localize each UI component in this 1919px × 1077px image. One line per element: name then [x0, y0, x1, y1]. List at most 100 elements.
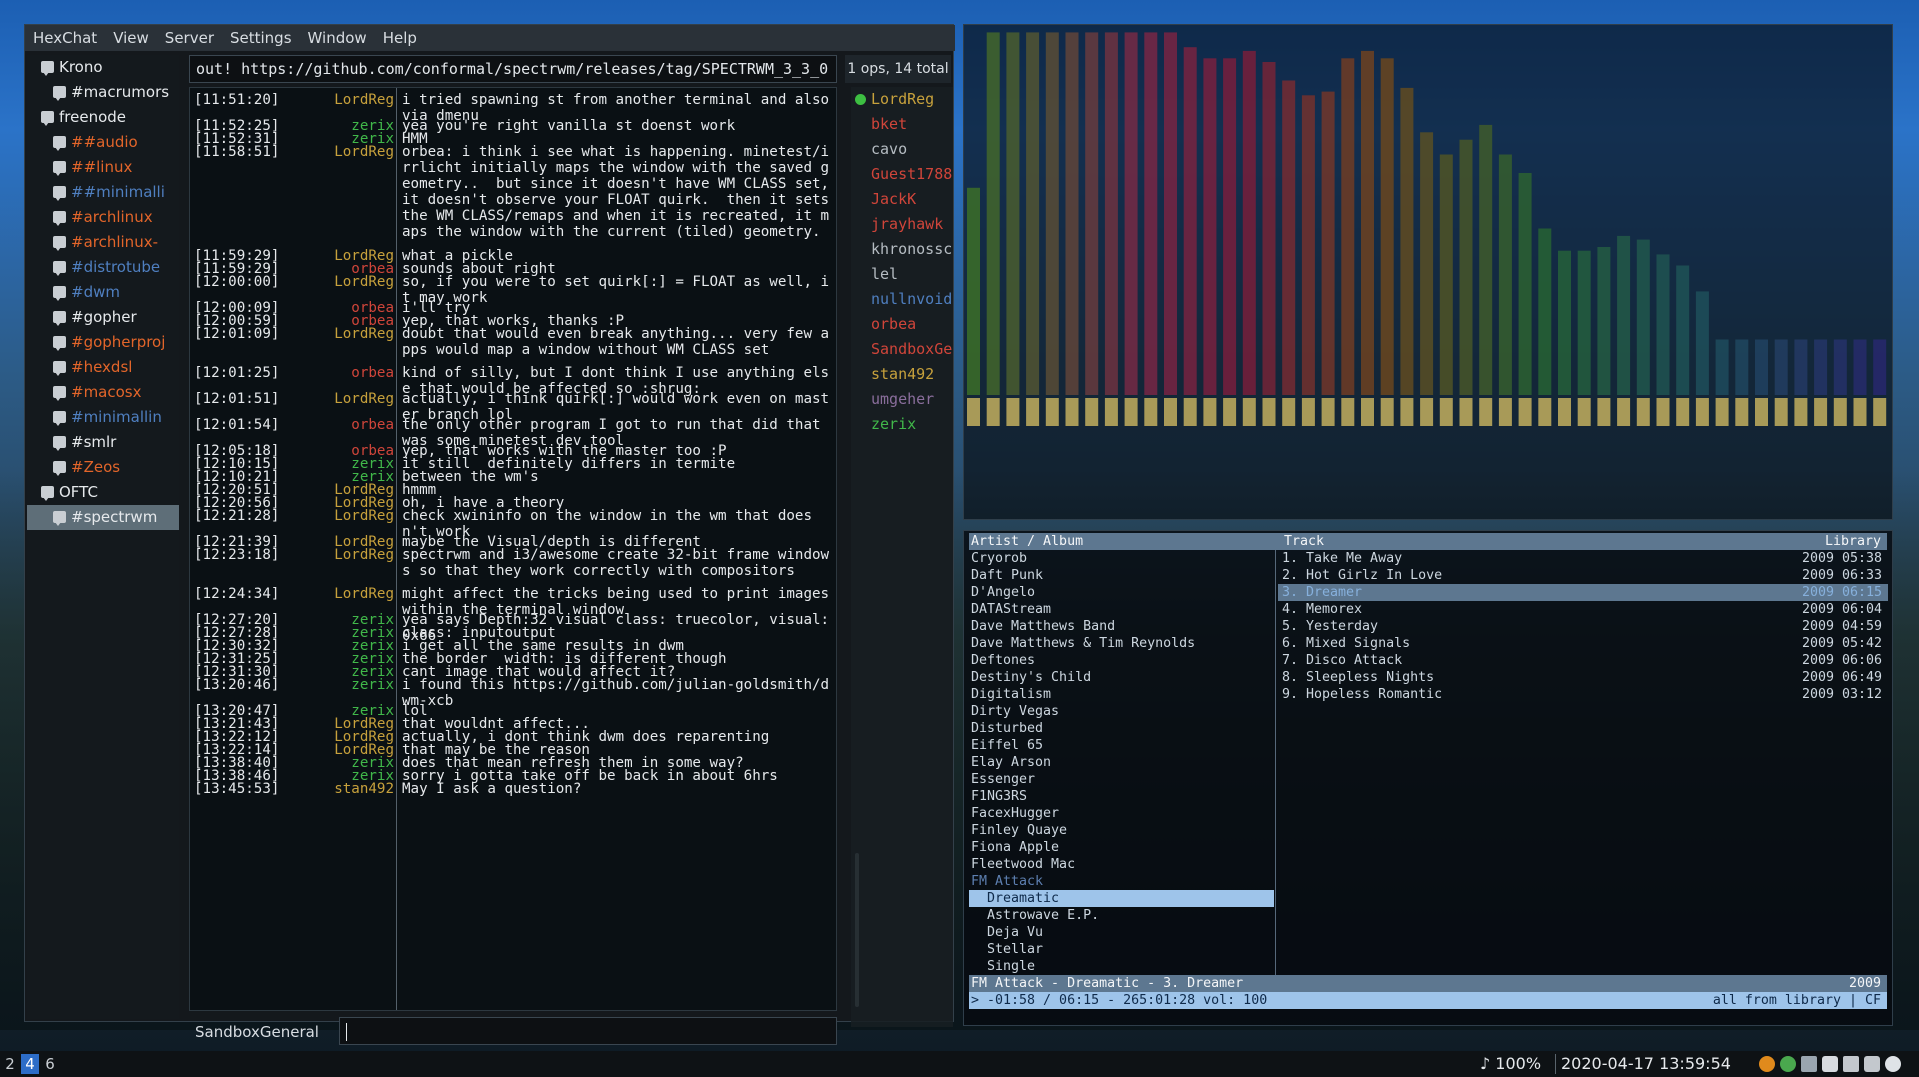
- menu-server[interactable]: Server: [165, 29, 214, 47]
- track-item[interactable]: 1. Take Me Away 2009 05:38: [1278, 550, 1888, 567]
- tree-server[interactable]: freenode: [27, 105, 179, 130]
- artist-item[interactable]: Single: [969, 958, 1274, 975]
- track-item[interactable]: 5. Yesterday 2009 04:59: [1278, 618, 1888, 635]
- workspace-button[interactable]: 4: [21, 1054, 39, 1074]
- lock-icon[interactable]: [1864, 1056, 1880, 1072]
- message-input[interactable]: [339, 1017, 837, 1045]
- user-list-item[interactable]: LordReg: [851, 87, 953, 112]
- message-nick[interactable]: LordReg: [334, 391, 394, 407]
- tree-channel[interactable]: ##linux: [27, 155, 179, 180]
- tree-channel[interactable]: ##minimalli: [27, 180, 179, 205]
- artist-item[interactable]: Destiny's Child: [969, 669, 1274, 686]
- message-nick[interactable]: LordReg: [334, 92, 394, 108]
- artist-item[interactable]: Fleetwood Mac: [969, 856, 1274, 873]
- user-list-item[interactable]: SandboxGe: [851, 337, 953, 362]
- tree-channel[interactable]: #macrumors: [27, 80, 179, 105]
- message-nick[interactable]: LordReg: [334, 508, 394, 524]
- artist-item[interactable]: FM Attack: [969, 873, 1274, 890]
- track-item[interactable]: 3. Dreamer 2009 06:15: [1278, 584, 1888, 601]
- tree-channel[interactable]: #archlinux: [27, 205, 179, 230]
- user-list-item[interactable]: lel: [851, 262, 953, 287]
- workspace-button[interactable]: 2: [1, 1054, 19, 1074]
- artist-item[interactable]: Dave Matthews & Tim Reynolds: [969, 635, 1274, 652]
- update-icon[interactable]: [1759, 1056, 1775, 1072]
- tree-channel[interactable]: #gopherproj: [27, 330, 179, 355]
- menu-settings[interactable]: Settings: [230, 29, 292, 47]
- tree-channel[interactable]: #spectrwm: [27, 505, 179, 530]
- message-nick[interactable]: LordReg: [334, 586, 394, 602]
- tree-channel[interactable]: #minimallin: [27, 405, 179, 430]
- artist-item[interactable]: Deja Vu: [969, 924, 1274, 941]
- chat-log[interactable]: [11:51:20] LordReg i tried spawning st fro…: [189, 87, 837, 1011]
- speaker-icon[interactable]: [1843, 1056, 1859, 1072]
- tree-channel[interactable]: #smlr: [27, 430, 179, 455]
- artist-item[interactable]: Essenger: [969, 771, 1274, 788]
- message-nick[interactable]: zerix: [351, 677, 394, 693]
- user-list-item[interactable]: bket: [851, 112, 953, 137]
- user-list-item[interactable]: JackK: [851, 187, 953, 212]
- message-nick[interactable]: orbea: [351, 365, 394, 381]
- user-list-item[interactable]: orbea: [851, 312, 953, 337]
- tree-server[interactable]: Krono: [27, 55, 179, 80]
- user-list-item[interactable]: nullnvoid: [851, 287, 953, 312]
- tree-channel[interactable]: #dwm: [27, 280, 179, 305]
- message-nick[interactable]: orbea: [351, 417, 394, 433]
- artist-item[interactable]: Fiona Apple: [969, 839, 1274, 856]
- track-item[interactable]: 9. Hopeless Romantic 2009 03:12: [1278, 686, 1888, 703]
- tree-channel[interactable]: #Zeos: [27, 455, 179, 480]
- shield-icon[interactable]: [1822, 1056, 1838, 1072]
- artist-item[interactable]: Stellar: [969, 941, 1274, 958]
- tree-channel[interactable]: #gopher: [27, 305, 179, 330]
- artist-item[interactable]: Elay Arson: [969, 754, 1274, 771]
- track-item[interactable]: 8. Sleepless Nights 2009 06:49: [1278, 669, 1888, 686]
- nick-button[interactable]: SandboxGeneral: [189, 1019, 329, 1045]
- artist-item[interactable]: Dirty Vegas: [969, 703, 1274, 720]
- artist-item[interactable]: Cryorob: [969, 550, 1274, 567]
- artist-item[interactable]: Digitalism: [969, 686, 1274, 703]
- artist-item[interactable]: F1NG3RS: [969, 788, 1274, 805]
- user-list-item[interactable]: Guest1788: [851, 162, 953, 187]
- user-list-item[interactable]: umgeher: [851, 387, 953, 412]
- artist-item[interactable]: Deftones: [969, 652, 1274, 669]
- artist-item[interactable]: Astrowave E.P.: [969, 907, 1274, 924]
- artist-item[interactable]: D'Angelo: [969, 584, 1274, 601]
- artist-item[interactable]: Daft Punk: [969, 567, 1274, 584]
- track-item[interactable]: 6. Mixed Signals 2009 05:42: [1278, 635, 1888, 652]
- tree-channel[interactable]: #distrotube: [27, 255, 179, 280]
- artist-item[interactable]: Finley Quaye: [969, 822, 1274, 839]
- display-icon[interactable]: [1801, 1056, 1817, 1072]
- artist-item[interactable]: Eiffel 65: [969, 737, 1274, 754]
- menu-help[interactable]: Help: [383, 29, 417, 47]
- menu-view[interactable]: View: [113, 29, 149, 47]
- tree-server[interactable]: OFTC: [27, 480, 179, 505]
- user-list-item[interactable]: zerix: [851, 412, 953, 437]
- tree-channel[interactable]: #macosx: [27, 380, 179, 405]
- artist-item[interactable]: Dreamatic: [969, 890, 1274, 907]
- tree-channel[interactable]: #hexdsl: [27, 355, 179, 380]
- topic-bar[interactable]: out! https://github.com/conformal/spectr…: [189, 55, 837, 83]
- track-item[interactable]: 7. Disco Attack 2009 06:06: [1278, 652, 1888, 669]
- message-nick[interactable]: LordReg: [334, 274, 394, 290]
- network-icon[interactable]: [1780, 1056, 1796, 1072]
- menu-window[interactable]: Window: [308, 29, 367, 47]
- message-nick[interactable]: stan492: [334, 781, 394, 797]
- user-list-item[interactable]: cavo: [851, 137, 953, 162]
- message-nick[interactable]: LordReg: [334, 547, 394, 563]
- track-item[interactable]: 2. Hot Girlz In Love 2009 06:33: [1278, 567, 1888, 584]
- artist-item[interactable]: DATAStream: [969, 601, 1274, 618]
- clock[interactable]: 2020-04-17 13:59:54: [1561, 1053, 1731, 1075]
- volume-indicator[interactable]: ♪ 100%: [1480, 1053, 1541, 1075]
- user-list-item[interactable]: jrayhawk: [851, 212, 953, 237]
- message-nick[interactable]: LordReg: [334, 326, 394, 342]
- message-nick[interactable]: LordReg: [334, 144, 394, 160]
- menu-hexchat[interactable]: HexChat: [33, 29, 97, 47]
- workspace-button[interactable]: 6: [41, 1054, 59, 1074]
- artist-item[interactable]: Dave Matthews Band: [969, 618, 1274, 635]
- user-list-item[interactable]: khronosschoty: [851, 237, 953, 262]
- track-item[interactable]: 4. Memorex 2009 06:04: [1278, 601, 1888, 618]
- power-icon[interactable]: [1885, 1056, 1901, 1072]
- tree-channel[interactable]: ##audio: [27, 130, 179, 155]
- artist-item[interactable]: FacexHugger: [969, 805, 1274, 822]
- user-list-item[interactable]: stan492: [851, 362, 953, 387]
- artist-item[interactable]: Disturbed: [969, 720, 1274, 737]
